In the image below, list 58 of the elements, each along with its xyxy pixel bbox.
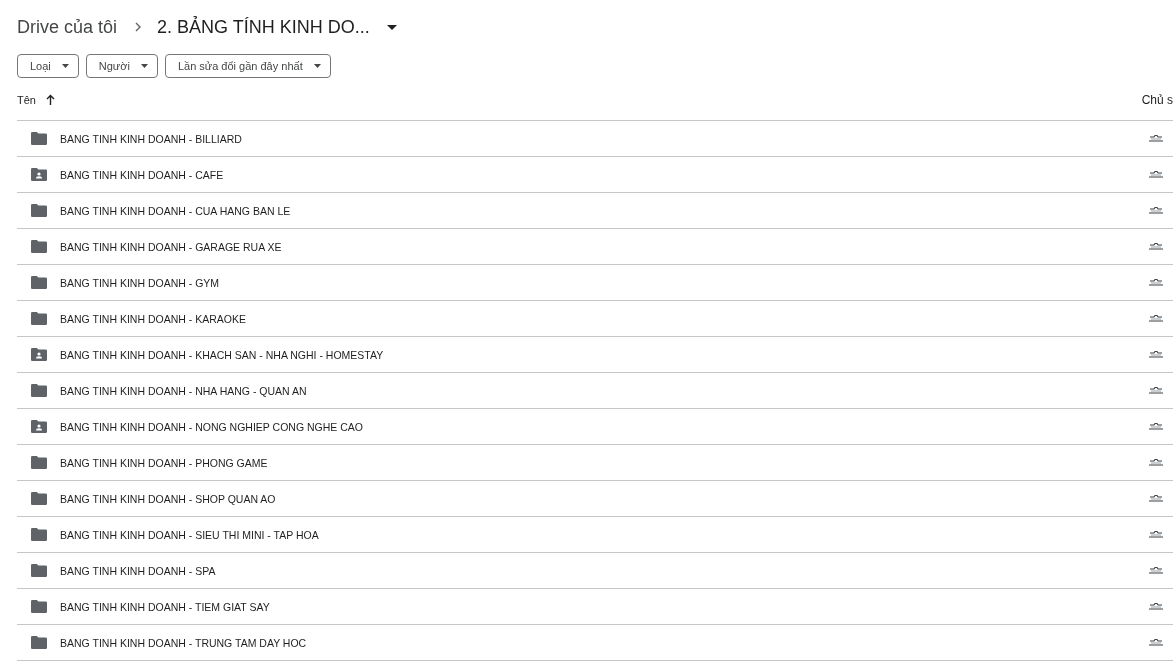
- caret-icon: [140, 64, 148, 68]
- owner-avatar-icon: [1148, 601, 1164, 612]
- caret-icon: [313, 64, 321, 68]
- file-name[interactable]: BANG TINH KINH DOANH - SPA: [60, 564, 1148, 577]
- file-name[interactable]: BANG TINH KINH DOANH - CUA HANG BAN LE: [60, 204, 1148, 217]
- owner-avatar-icon: [1148, 457, 1164, 468]
- owner-avatar-icon: [1148, 385, 1164, 396]
- file-name[interactable]: BANG TINH KINH DOANH - KARAOKE: [60, 312, 1148, 325]
- folder-icon: [31, 312, 47, 325]
- owner-avatar-icon: [1148, 565, 1164, 576]
- owner-avatar-icon: [1148, 529, 1164, 540]
- shared-folder-icon: [31, 168, 47, 181]
- arrow-up-icon[interactable]: [45, 94, 55, 105]
- file-name[interactable]: BANG TINH KINH DOANH - CAFE: [60, 168, 1148, 181]
- file-name[interactable]: BANG TINH KINH DOANH - SHOP QUAN AO: [60, 492, 1148, 505]
- filter-chip[interactable]: Người: [85, 54, 158, 78]
- owner-avatar-icon: [1148, 169, 1164, 180]
- breadcrumb-item[interactable]: 2. BẢNG TÍNH KINH DO...: [157, 16, 370, 38]
- folder-icon: [31, 492, 47, 505]
- folder-icon: [31, 240, 47, 253]
- file-name[interactable]: BANG TINH KINH DOANH - PHONG GAME: [60, 456, 1148, 469]
- owner-avatar-icon: [1148, 313, 1164, 324]
- column-header[interactable]: Chủ s: [1141, 92, 1173, 107]
- shared-folder-icon: [31, 348, 47, 361]
- owner-avatar-icon: [1148, 421, 1164, 432]
- column-header[interactable]: Tên: [17, 93, 36, 106]
- folder-icon: [31, 204, 47, 217]
- file-name[interactable]: BANG TINH KINH DOANH - GARAGE RUA XE: [60, 240, 1148, 253]
- folder-icon: [31, 636, 47, 649]
- chevron-right-icon: [134, 21, 143, 33]
- folder-icon: [31, 528, 47, 541]
- folder-icon: [31, 564, 47, 577]
- dropdown-icon[interactable]: [386, 24, 397, 30]
- owner-avatar-icon: [1148, 241, 1164, 252]
- file-name[interactable]: BANG TINH KINH DOANH - BILLIARD: [60, 132, 1148, 145]
- file-name[interactable]: BANG TINH KINH DOANH - NONG NGHIEP CONG NGHE CAO: [60, 420, 1148, 433]
- owner-avatar-icon: [1148, 277, 1164, 288]
- owner-avatar-icon: [1148, 205, 1164, 216]
- folder-icon: [31, 456, 47, 469]
- owner-avatar-icon: [1148, 349, 1164, 360]
- file-name[interactable]: BANG TINH KINH DOANH - TRUNG TAM DAY HOC: [60, 636, 1148, 649]
- owner-avatar-icon: [1148, 133, 1164, 144]
- file-name[interactable]: BANG TINH KINH DOANH - SIEU THI MINI - TAP HOA: [60, 528, 1148, 541]
- shared-folder-icon: [31, 420, 47, 433]
- file-name[interactable]: BANG TINH KINH DOANH - GYM: [60, 276, 1148, 289]
- breadcrumb-item[interactable]: Drive của tôi: [17, 16, 118, 38]
- file-name[interactable]: BANG TINH KINH DOANH - TIEM GIAT SAY: [60, 600, 1148, 613]
- folder-icon: [31, 600, 47, 613]
- folder-icon: [31, 132, 47, 145]
- folder-icon: [31, 384, 47, 397]
- file-name[interactable]: BANG TINH KINH DOANH - NHA HANG - QUAN AN: [60, 384, 1148, 397]
- folder-icon: [31, 276, 47, 289]
- caret-icon: [61, 64, 69, 68]
- filter-chip[interactable]: Lần sửa đổi gần đây nhất: [164, 54, 331, 78]
- filter-chip[interactable]: Loại: [17, 54, 79, 78]
- owner-avatar-icon: [1148, 493, 1164, 504]
- owner-avatar-icon: [1148, 637, 1164, 648]
- file-name[interactable]: BANG TINH KINH DOANH - KHACH SAN - NHA NGHI - HOMESTAY: [60, 348, 1148, 361]
